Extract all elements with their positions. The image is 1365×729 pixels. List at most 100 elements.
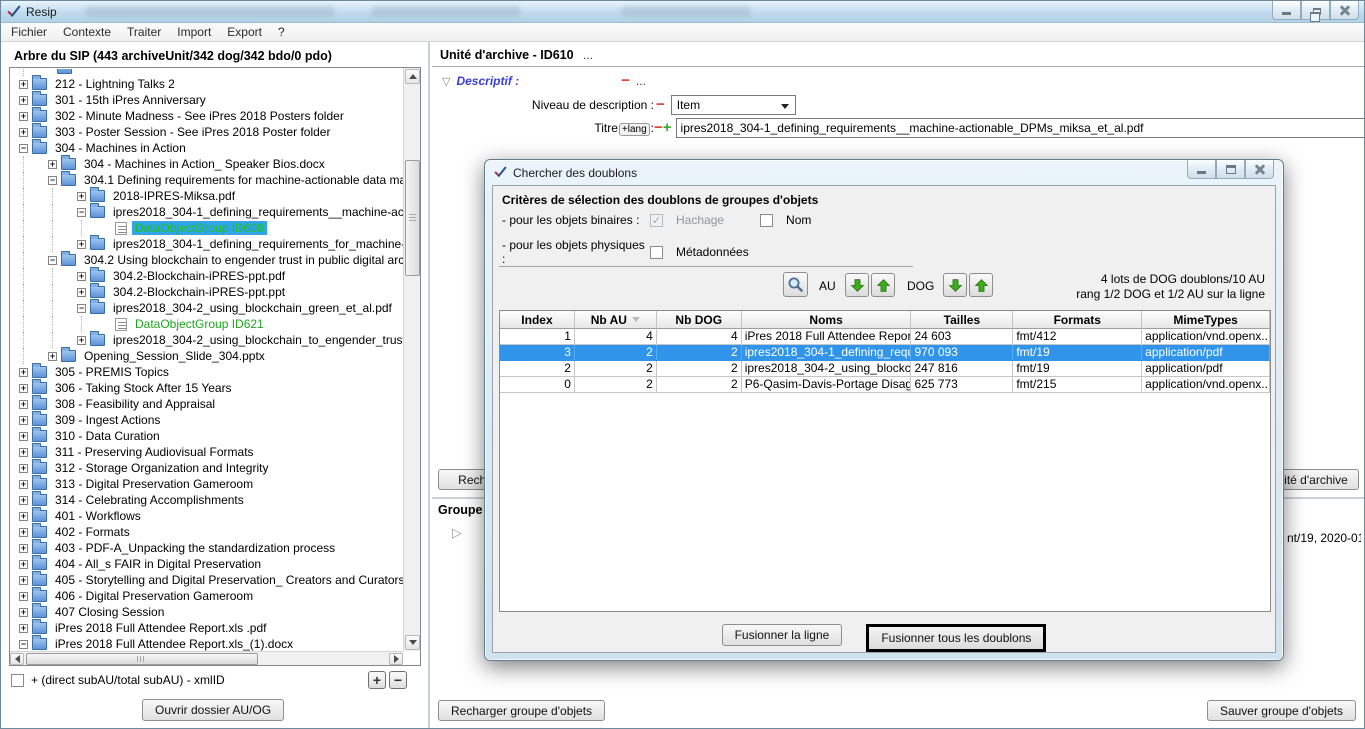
tree-row[interactable]: +304 - Machines in Action_ Speaker Bios.… [11,156,403,172]
tree-row[interactable]: +403 - PDF-A_Unpacking the standardizati… [11,540,403,556]
tree-horizontal-scrollbar[interactable] [10,651,403,665]
titre-input[interactable] [676,118,1365,138]
expand-toggle-icon[interactable]: + [19,512,28,521]
sauver-unite-archive-button[interactable]: ité d'archive [1273,469,1359,490]
tree-row[interactable]: +305 - PREMIS Topics [11,364,403,380]
expand-toggle-icon[interactable]: + [77,288,86,297]
tree-row[interactable]: +311 - Preserving Audiovisual Formats [11,444,403,460]
sauver-groupe-objets-button[interactable]: Sauver groupe d'objets [1207,700,1356,721]
expand-toggle-icon[interactable]: + [19,528,28,537]
minimize-button[interactable] [1272,1,1301,20]
collapse-toggle-icon[interactable]: − [77,208,86,217]
tree-row[interactable]: +2018-IPRES-Miksa.pdf [11,188,403,204]
tree-row[interactable]: −304.1 Defining requirements for machine… [11,172,403,188]
tree-row[interactable]: +406 - Digital Preservation Gameroom [11,588,403,604]
nom-checkbox[interactable] [760,214,773,227]
tree-row[interactable]: +ipres2018_304-1_defining_requirements_f… [11,236,403,252]
tree-row[interactable]: +303 - Poster Session - See iPres 2018 P… [11,124,403,140]
expand-toggle-icon[interactable]: + [19,128,28,137]
expand-toggle-icon[interactable]: + [19,448,28,457]
tree-row[interactable]: +314 - Celebrating Accomplishments [11,492,403,508]
remove-descriptif-icon[interactable]: − [621,76,630,86]
tree-row[interactable]: −iPres 2018 Full Attendee Report.xls_(1)… [11,636,403,651]
column-header-formats[interactable]: Formats [1013,311,1142,329]
expand-toggle-icon[interactable]: + [19,480,28,489]
tree-row[interactable] [11,69,403,76]
tree-row[interactable]: −304.2 Using blockchain to engender trus… [11,252,403,268]
open-au-og-folder-button[interactable]: Ouvrir dossier AU/OG [142,699,284,721]
fusionner-ligne-button[interactable]: Fusionner la ligne [722,624,843,646]
expand-toggle-icon[interactable]: + [19,576,28,585]
collapse-toggle-icon[interactable]: − [48,256,57,265]
expand-toggle-icon[interactable]: + [48,352,57,361]
expand-toggle-icon[interactable]: + [19,624,28,633]
expand-toggle-icon[interactable]: + [48,160,57,169]
remove-niveau-icon[interactable]: − [656,100,665,110]
expand-toggle-icon[interactable]: + [77,336,86,345]
niveau-description-select[interactable]: Item [671,95,796,115]
tree-row[interactable]: +401 - Workflows [11,508,403,524]
menu-item-export[interactable]: Export [219,24,270,40]
menu-item-[interactable]: ? [270,24,293,40]
tree-row[interactable]: +407 Closing Session [11,604,403,620]
expand-toggle-icon[interactable]: + [19,80,28,89]
xmlid-checkbox[interactable] [11,674,24,687]
tree-row[interactable]: +404 - All_s FAIR in Digital Preservatio… [11,556,403,572]
scroll-up-button[interactable] [405,69,420,84]
tree-row[interactable]: +405 - Storytelling and Digital Preserva… [11,572,403,588]
tree-row[interactable]: +312 - Storage Organization and Integrit… [11,460,403,476]
au-previous-button[interactable] [871,273,895,297]
remove-titre-icon[interactable]: − [654,123,663,133]
horizontal-scroll-thumb[interactable] [26,653,258,665]
tree-row[interactable]: +313 - Digital Preservation Gameroom [11,476,403,492]
collapse-toggle-icon[interactable]: − [77,304,86,313]
tree-row[interactable]: DataObjectGroup ID621 [11,316,403,332]
table-row[interactable]: 144iPres 2018 Full Attendee Report...24 … [500,329,1270,345]
expand-toggle-icon[interactable]: + [19,496,28,505]
expand-toggle-icon[interactable]: + [19,416,28,425]
vertical-scroll-thumb[interactable] [405,160,420,276]
column-header-mimetypes[interactable]: MimeTypes [1142,311,1270,329]
scroll-down-button[interactable] [405,635,420,650]
menu-item-fichier[interactable]: Fichier [3,24,55,40]
tree-row[interactable]: +301 - 15th iPres Anniversary [11,92,403,108]
menu-item-contexte[interactable]: Contexte [55,24,119,40]
tree-row[interactable]: +212 - Lightning Talks 2 [11,76,403,92]
expand-toggle-icon[interactable]: + [19,544,28,553]
fusionner-tous-doublons-button[interactable]: Fusionner tous les doublons [866,624,1046,652]
au-next-button[interactable] [845,273,869,297]
expand-toggle-icon[interactable]: + [19,592,28,601]
dialog-maximize-button[interactable] [1216,160,1245,179]
tree-row[interactable]: +304.2-Blockchain-iPRES-ppt.pdf [11,268,403,284]
tree-row[interactable]: +402 - Formats [11,524,403,540]
expand-toggle-icon[interactable]: + [19,384,28,393]
column-header-nb-dog[interactable]: Nb DOG [657,311,742,329]
column-header-index[interactable]: Index [500,311,575,329]
scroll-left-button[interactable] [10,653,24,665]
add-lang-badge[interactable]: +lang [619,123,650,136]
tree-row[interactable]: +309 - Ingest Actions [11,412,403,428]
tree-row[interactable]: +Opening_Session_Slide_304.pptx [11,348,403,364]
table-row[interactable]: 222ipres2018_304-2_using_blockch...247 8… [500,361,1270,377]
column-header-tailles[interactable]: Tailles [911,311,1013,329]
menu-item-import[interactable]: Import [169,24,219,40]
tree-row[interactable]: +308 - Feasibility and Appraisal [11,396,403,412]
expand-toggle-icon[interactable]: + [19,96,28,105]
restore-button[interactable] [1301,1,1330,20]
expand-toggle-icon[interactable]: + [77,192,86,201]
hachage-checkbox[interactable]: ✓ [650,214,663,227]
dog-next-button[interactable] [943,273,967,297]
expand-toggle-icon[interactable]: + [77,240,86,249]
tree-row[interactable]: +iPres 2018 Full Attendee Report.xls .pd… [11,620,403,636]
descriptif-ellipsis[interactable]: ... [636,74,646,88]
tree-vertical-scrollbar[interactable] [403,68,420,651]
table-row[interactable]: 322ipres2018_304-1_defining_requ...970 0… [500,345,1270,361]
table-row[interactable]: 022P6-Qasim-Davis-Portage Disagg...625 7… [500,377,1270,393]
expand-toggle-icon[interactable]: + [19,400,28,409]
expand-toggle-icon[interactable]: + [19,368,28,377]
search-duplicates-button[interactable] [783,272,808,297]
dog-previous-button[interactable] [969,273,993,297]
recharger-groupe-objets-button[interactable]: Recharger groupe d'objets [438,700,605,721]
section-expand-icon[interactable]: ▽ [442,75,450,88]
tree-row[interactable]: −304 - Machines in Action [11,140,403,156]
